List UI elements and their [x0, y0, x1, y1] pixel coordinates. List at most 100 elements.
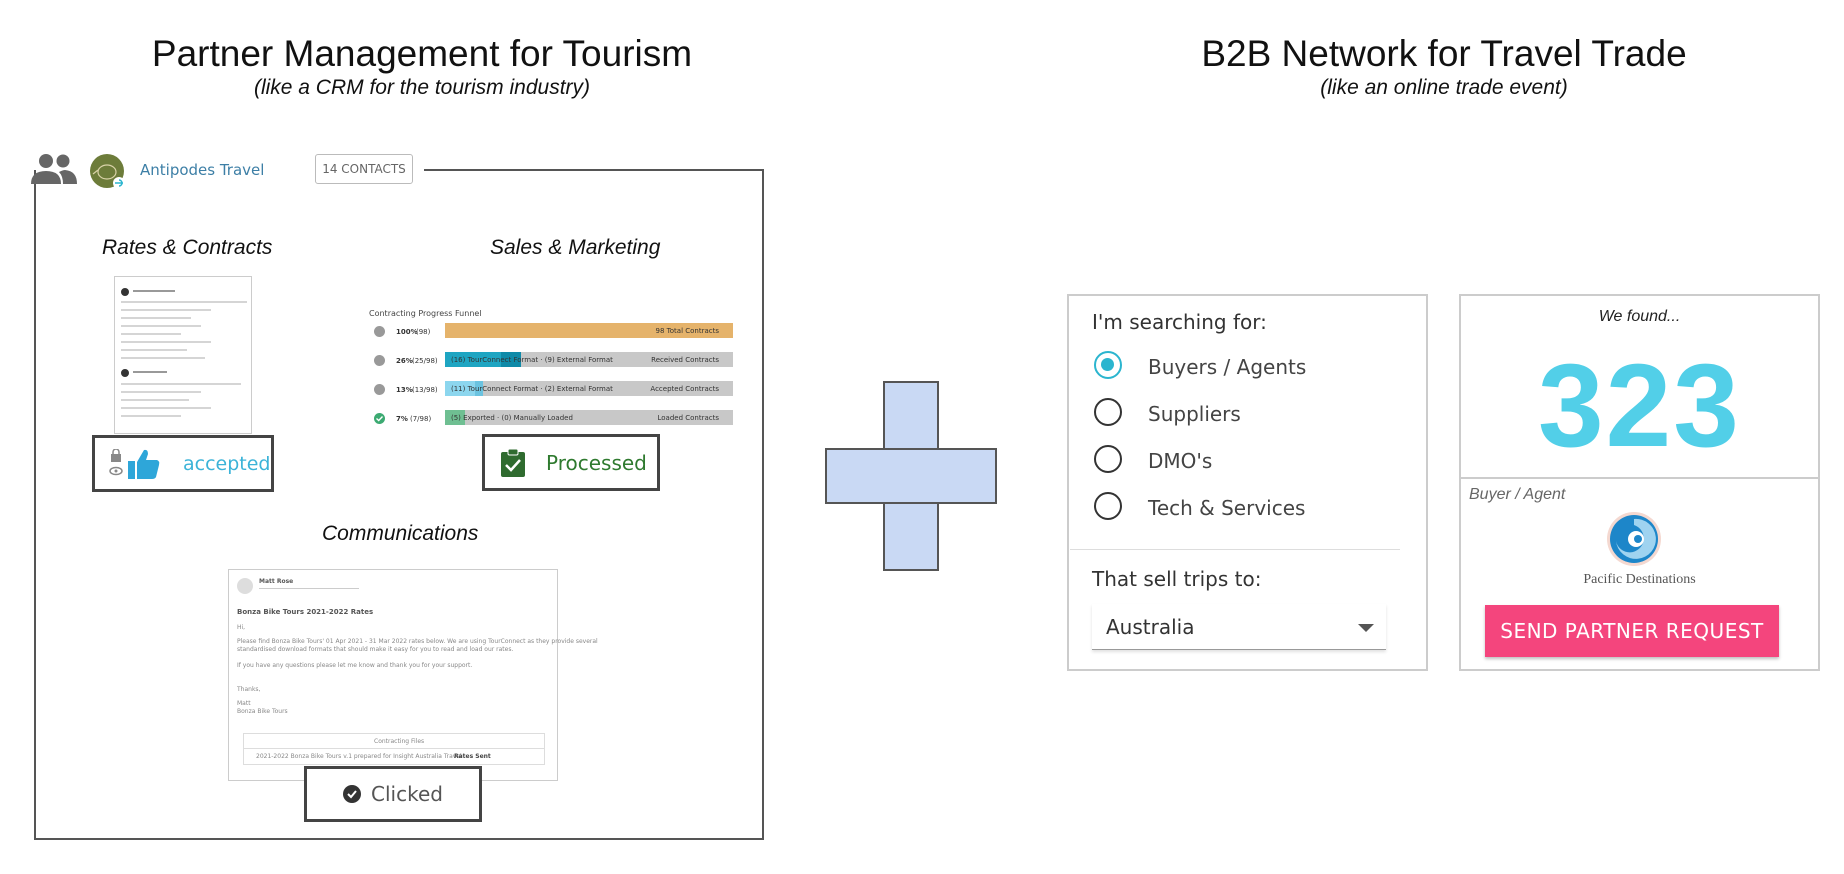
radio-tech-services[interactable]	[1094, 492, 1122, 520]
lock-eye-icon	[109, 448, 123, 475]
doc-line	[121, 325, 201, 327]
email-thanks: Thanks,	[237, 686, 261, 693]
sales-marketing-label: Sales & Marketing	[490, 236, 661, 259]
buyer-type-label: Buyer / Agent	[1469, 486, 1566, 503]
funnel-step-icon	[374, 355, 385, 366]
clicked-status-box: Clicked	[304, 766, 482, 822]
files-divider	[244, 748, 544, 749]
doc-line	[121, 357, 205, 359]
doc-line	[121, 341, 211, 343]
funnel-bar-loaded[interactable]: (5) Exported · (0) Manually Loaded Loade…	[445, 410, 733, 425]
link-icon	[113, 177, 125, 189]
crm-frame-top	[424, 169, 764, 171]
dropdown-arrow-icon	[1358, 624, 1374, 632]
radio-suppliers[interactable]	[1094, 398, 1122, 426]
processed-status-text: Processed	[546, 450, 647, 475]
email-sender: Matt Rose	[259, 578, 294, 585]
doc-badge-icon	[121, 369, 129, 377]
funnel-bar-detail: (11) TourConnect Format · (2) External F…	[451, 385, 613, 393]
option-label: Tech & Services	[1148, 496, 1306, 520]
funnel-count: (13/98)	[412, 386, 438, 394]
accepted-status-box: accepted	[92, 435, 274, 492]
contracting-file-status: Rates Sent	[454, 753, 491, 760]
doc-line	[121, 383, 241, 385]
funnel-step-icon	[374, 384, 385, 395]
email-signature: Matt	[237, 700, 251, 707]
email-body-line: standardised download formats that shoul…	[237, 646, 514, 653]
funnel-bar-accepted[interactable]: (11) TourConnect Format · (2) External F…	[445, 381, 733, 396]
check-circle-icon	[374, 413, 385, 424]
doc-line	[121, 317, 191, 319]
funnel-count: (98)	[416, 328, 431, 336]
funnel-bar-detail: (5) Exported · (0) Manually Loaded	[451, 414, 573, 422]
company-avatar[interactable]	[90, 154, 125, 189]
doc-badge-icon	[121, 288, 129, 296]
send-partner-request-button[interactable]: SEND PARTNER REQUEST	[1485, 605, 1779, 657]
doc-line	[121, 349, 187, 351]
processed-status-box: Processed	[482, 434, 660, 491]
clipboard-check-icon	[501, 448, 525, 477]
doc-line	[121, 407, 211, 409]
result-card-divider	[1459, 477, 1820, 479]
found-count: 323	[1538, 340, 1741, 472]
email-subject: Bonza Bike Tours 2021-2022 Rates	[237, 608, 374, 616]
funnel-bar-label: 98 Total Contracts	[655, 327, 719, 335]
accepted-status-text: accepted	[183, 452, 271, 475]
clicked-status-text: Clicked	[371, 782, 443, 806]
email-greeting: Hi,	[237, 624, 246, 631]
funnel-bar-label: Loaded Contracts	[657, 414, 719, 422]
funnel-bar-received[interactable]: (16) TourConnect Format · (9) External F…	[445, 352, 733, 367]
thumbs-up-icon	[128, 449, 160, 479]
partner-logo-text: Pacific Destinations	[1583, 572, 1696, 587]
doc-line	[121, 333, 181, 335]
company-name-link[interactable]: Antipodes Travel	[140, 161, 264, 179]
pacific-destinations-logo-icon[interactable]	[1606, 511, 1662, 567]
email-body-line: Please find Bonza Bike Tours' 01 Apr 202…	[237, 638, 598, 645]
right-subtitle: (like an online trade event)	[1320, 76, 1568, 99]
email-meta	[259, 588, 359, 589]
search-divider	[1070, 549, 1400, 550]
contracting-file-line: 2021-2022 Bonza Bike Tours v.1 prepared …	[256, 753, 462, 760]
funnel-bar-label: Accepted Contracts	[650, 385, 719, 393]
radio-buyers-agents[interactable]	[1094, 351, 1122, 379]
funnel-pct: 13%	[396, 386, 413, 394]
email-signature: Bonza Bike Tours	[237, 708, 288, 715]
contracting-files-title: Contracting Files	[374, 738, 425, 745]
we-found-label: We found...	[1598, 308, 1681, 325]
contacts-badge[interactable]: 14 CONTACTS	[315, 154, 413, 184]
check-circle-icon	[343, 785, 362, 803]
destination-select[interactable]: Australia	[1092, 604, 1386, 650]
funnel-bar-total[interactable]: 98 Total Contracts	[445, 323, 733, 338]
funnel-title: Contracting Progress Funnel	[369, 309, 482, 318]
email-body-line: If you have any questions please let me …	[237, 662, 473, 669]
funnel-count: (25/98)	[412, 357, 438, 365]
option-label: Buyers / Agents	[1148, 355, 1307, 379]
funnel-bar-label: Received Contracts	[651, 356, 719, 364]
doc-line	[133, 290, 175, 292]
sender-avatar	[237, 578, 253, 594]
radio-dmos[interactable]	[1094, 445, 1122, 473]
doc-line	[121, 391, 201, 393]
funnel-pct: 26%	[396, 357, 413, 365]
funnel-step-icon	[374, 326, 385, 337]
communications-label: Communications	[322, 522, 479, 545]
right-title: B2B Network for Travel Trade	[1201, 33, 1687, 74]
contacts-icon	[31, 154, 77, 184]
sell-trips-heading: That sell trips to:	[1092, 567, 1262, 591]
doc-line	[121, 399, 189, 401]
funnel-bar-detail: (16) TourConnect Format · (9) External F…	[451, 356, 613, 364]
doc-line	[133, 371, 167, 373]
funnel-count: (7/98)	[410, 415, 432, 423]
left-subtitle: (like a CRM for the tourism industry)	[253, 76, 591, 99]
left-title: Partner Management for Tourism	[151, 33, 693, 74]
destination-value: Australia	[1106, 615, 1195, 639]
option-label: DMO's	[1148, 449, 1213, 473]
rates-document-thumbnail[interactable]	[114, 276, 252, 434]
option-label: Suppliers	[1148, 402, 1241, 426]
contracting-files-box[interactable]: Contracting Files 2021-2022 Bonza Bike T…	[243, 733, 545, 765]
email-preview[interactable]: Matt Rose Bonza Bike Tours 2021-2022 Rat…	[228, 569, 598, 781]
doc-line	[121, 309, 211, 311]
doc-line	[121, 415, 181, 417]
funnel-pct: 100%	[396, 328, 418, 336]
rates-contracts-label: Rates & Contracts	[102, 236, 273, 259]
